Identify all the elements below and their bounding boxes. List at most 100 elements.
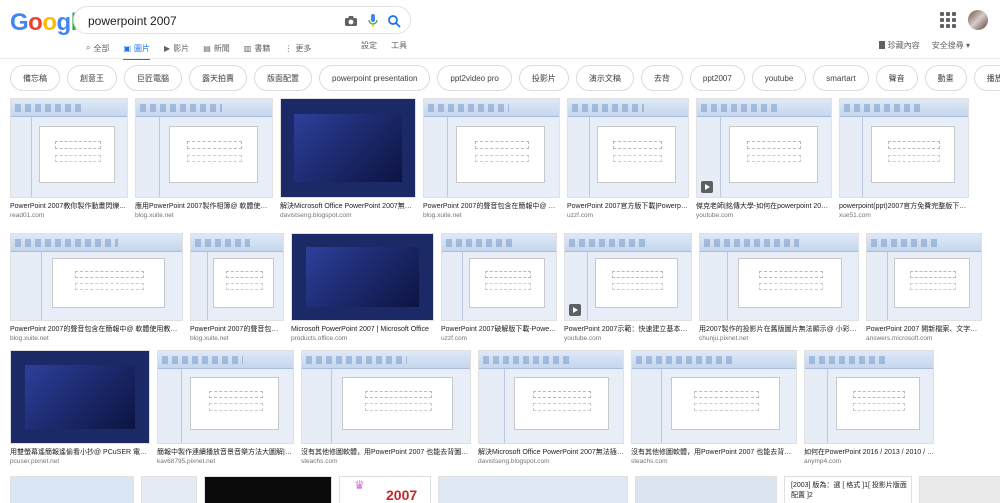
image-result[interactable]: Microsoft PowerPoint 2007 | Microsoft Of… <box>291 233 434 343</box>
image-thumbnail[interactable] <box>157 350 294 444</box>
image-thumbnail[interactable] <box>10 350 150 444</box>
related-chip[interactable]: 去背 <box>640 65 683 91</box>
image-result[interactable]: PowerPoint 2007的聲音包含... blog.xuite.net <box>190 233 284 343</box>
image-caption[interactable]: 應用PowerPoint 2007製作相簿@ 軟體使用教... <box>135 202 273 211</box>
image-result[interactable] <box>10 476 134 503</box>
microphone-icon[interactable] <box>365 13 381 29</box>
saved-link[interactable]: 珍藏內容 <box>878 40 920 51</box>
related-chip[interactable]: smartart <box>813 65 869 91</box>
image-result[interactable] <box>635 476 777 503</box>
image-thumbnail[interactable] <box>190 233 284 321</box>
image-caption[interactable]: PowerPoint 2007官方版下載|Powerpoint... <box>567 202 689 211</box>
image-caption[interactable]: 用2007製作的投影片在舊版圖片無法顯示@ 小彩的網... <box>699 325 859 334</box>
image-caption[interactable]: powerpoint(ppt)2007官方免費完整版下載(附... <box>839 202 969 211</box>
image-thumbnail[interactable] <box>567 98 689 198</box>
image-result[interactable]: 用雙螢幕遙簡報遙偷看小抄@ PCuSER 電腦人: ... pcuser.pixn… <box>10 350 150 466</box>
image-result[interactable]: 沒有其他修圖軟體，用PowerPoint 2007 也能去背圖片？... stea… <box>301 350 471 466</box>
tab-news[interactable]: ▤ 新聞 <box>203 40 230 56</box>
image-caption[interactable]: 傑克老師|銘傳大學-如何在powerpoint 2007... <box>696 202 832 211</box>
image-result[interactable]: PowerPoint 2007的聲音包含在簡報中@ 軟... blog.xuite… <box>423 98 560 220</box>
image-caption[interactable]: PowerPoint 2007 開新檔案、文字會... <box>866 325 982 334</box>
image-result[interactable]: 沒有其他修圖軟體，用PowerPoint 2007 也能去背圖片？... stea… <box>631 350 797 466</box>
image-caption[interactable]: PowerPoint 2007教你製作動畫閃爍... <box>10 202 128 211</box>
image-caption[interactable]: 沒有其他修圖軟體，用PowerPoint 2007 也能去背圖片？... <box>301 448 471 457</box>
image-thumbnail[interactable] <box>441 233 557 321</box>
related-chip[interactable]: 備忘稿 <box>10 65 60 91</box>
image-caption[interactable]: PowerPoint 2007的聲音包含... <box>190 325 284 334</box>
image-result[interactable] <box>204 476 332 503</box>
image-thumbnail[interactable] <box>804 350 934 444</box>
related-chip[interactable]: 版面配置 <box>254 65 312 91</box>
image-result[interactable]: PowerPoint 2007的聲音包含在簡報中@ 軟體使用教學: ... blo… <box>10 233 183 343</box>
related-chip[interactable]: ppt2007 <box>689 65 745 91</box>
image-caption[interactable]: PowerPoint 2007的聲音包含在簡報中@ 軟... <box>423 202 560 211</box>
related-chip[interactable]: youtube <box>751 65 807 91</box>
related-chip[interactable]: 創意王 <box>67 65 117 91</box>
image-caption[interactable]: 用雙螢幕遙簡報遙偷看小抄@ PCuSER 電腦人: ... <box>10 448 150 457</box>
tab-search[interactable]: ⌕ 全部 <box>86 40 109 56</box>
image-thumbnail[interactable] <box>301 350 471 444</box>
image-thumbnail[interactable] <box>866 233 982 321</box>
related-chip[interactable]: 巨匠電腦 <box>124 65 182 91</box>
related-chip[interactable]: 動畫 <box>924 65 967 91</box>
tools-link[interactable]: 工具 <box>391 40 407 51</box>
image-result[interactable]: 應用PowerPoint 2007製作相簿@ 軟體使用教... blog.xuit… <box>135 98 273 220</box>
related-chip[interactable]: 播放 <box>973 65 1000 91</box>
image-result[interactable]: 用2007製作的投影片在舊版圖片無法顯示@ 小彩的網... chunju.pixn… <box>699 233 859 343</box>
related-chip[interactable]: 投影片 <box>518 65 569 91</box>
image-thumbnail[interactable] <box>10 98 128 198</box>
image-result[interactable]: powerpoint(ppt)2007官方免費完整版下載(附... xue51.c… <box>839 98 969 220</box>
image-caption[interactable]: 解決Microsoft Office PowerPoint 2007無法插入..… <box>478 448 624 457</box>
image-thumbnail[interactable] <box>839 98 969 198</box>
image-result[interactable] <box>919 476 1000 503</box>
image-result[interactable] <box>141 476 197 503</box>
tab-book[interactable]: ▥ 書籍 <box>244 40 271 56</box>
image-caption[interactable]: 解決Microsoft Office PowerPoint 2007無法... <box>280 202 416 211</box>
search-icon[interactable] <box>386 13 402 29</box>
image-caption[interactable]: 沒有其他修圖軟體，用PowerPoint 2007 也能去背圖片？... <box>631 448 797 457</box>
related-chip[interactable]: 演示文稿 <box>575 65 634 91</box>
image-caption[interactable]: PowerPoint 2007示範：快速建立基本簡... <box>564 325 692 334</box>
image-thumbnail[interactable] <box>423 98 560 198</box>
image-caption[interactable]: 如何在PowerPoint 2016 / 2013 / 2010 / 2007中… <box>804 448 934 457</box>
related-chip[interactable]: ppt2video pro <box>437 65 512 91</box>
tab-more[interactable]: ⋮ 更多 <box>284 40 311 56</box>
image-thumbnail[interactable] <box>564 233 692 321</box>
image-result[interactable]: 傑克老師|銘傳大學-如何在powerpoint 2007... youtube.c… <box>696 98 832 220</box>
image-caption[interactable]: PowerPoint 2007破解版下載-Powerp... <box>441 325 557 334</box>
image-thumbnail[interactable] <box>280 98 416 198</box>
related-chip[interactable]: 露天拍賣 <box>189 65 247 91</box>
image-result[interactable]: PowerPoint 2007官方版下載|Powerpoint... uzzf.c… <box>567 98 689 220</box>
apps-grid-icon[interactable] <box>940 12 956 28</box>
image-result[interactable]: PowerPoint 2007教你製作動畫閃爍... read01.com <box>10 98 128 220</box>
search-box[interactable]: powerpoint 2007 <box>73 6 411 34</box>
related-chip[interactable]: 聲音 <box>875 65 918 91</box>
image-thumbnail[interactable] <box>699 233 859 321</box>
image-result[interactable] <box>438 476 628 503</box>
settings-link[interactable]: 設定 <box>361 40 377 51</box>
image-caption[interactable]: PowerPoint 2007的聲音包含在簡報中@ 軟體使用教學: ... <box>10 325 183 334</box>
search-input[interactable]: powerpoint 2007 <box>88 14 177 28</box>
image-result[interactable]: 解決Microsoft Office PowerPoint 2007無法... d… <box>280 98 416 220</box>
image-result[interactable]: 解決Microsoft Office PowerPoint 2007無法插入..… <box>478 350 624 466</box>
tab-image[interactable]: ▣ 圖片 <box>123 40 150 60</box>
image-thumbnail[interactable] <box>291 233 434 321</box>
image-result[interactable]: PowerPoint 2007 開新檔案、文字會... answers.micro… <box>866 233 982 343</box>
image-thumbnail[interactable] <box>631 350 797 444</box>
image-thumbnail[interactable] <box>135 98 273 198</box>
image-thumbnail[interactable] <box>696 98 832 198</box>
camera-icon[interactable] <box>343 13 359 29</box>
image-result[interactable]: PowerPoint 2007示範：快速建立基本簡... youtube.com <box>564 233 692 343</box>
tab-video[interactable]: ▶ 影片 <box>164 40 189 56</box>
image-result[interactable]: 簡報中製作連續播放音景音樂方法大圖解|Power...kav68795.pixn… <box>157 350 294 466</box>
image-thumbnail[interactable] <box>10 233 183 321</box>
image-caption[interactable]: 簡報中製作連續播放音景音樂方法大圖解|Power... <box>157 448 294 457</box>
image-result[interactable]: ♛ 2007 <box>339 476 431 503</box>
avatar[interactable] <box>968 10 988 30</box>
related-chip[interactable]: powerpoint presentation <box>319 65 431 91</box>
image-result[interactable]: PowerPoint 2007破解版下載-Powerp... uzzf.com <box>441 233 557 343</box>
safesearch-link[interactable]: 安全搜尋 ▾ <box>932 40 970 51</box>
image-thumbnail[interactable] <box>478 350 624 444</box>
image-result[interactable]: 如何在PowerPoint 2016 / 2013 / 2010 / 2007中… <box>804 350 934 466</box>
image-caption[interactable]: Microsoft PowerPoint 2007 | Microsoft Of… <box>291 325 434 334</box>
